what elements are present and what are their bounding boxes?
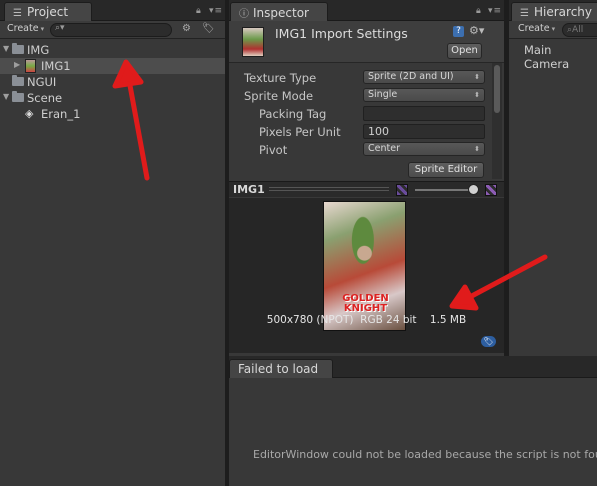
filter-by-label-icon[interactable]: 🏷︎ — [202, 23, 215, 34]
preview-info-text: 500x780 (NPOT) RGB 24 bit 1.5 MB — [266, 314, 467, 326]
updown-arrows-icon: ⬍ — [474, 91, 480, 99]
unity-scene-icon: ◈ — [25, 107, 34, 120]
inspector-panel: ⓘ Inspector 🔒︎ ▾≡ IMG1 Import Settings ? … — [229, 0, 504, 356]
pixels-per-unit-label: Pixels Per Unit — [259, 125, 341, 139]
help-icon[interactable]: ? — [453, 26, 464, 37]
folder-icon — [12, 75, 24, 86]
texture-type-dropdown[interactable]: Sprite (2D and UI) ⬍ — [363, 70, 485, 84]
asset-label-tag-icon[interactable]: 🏷︎ — [481, 336, 496, 347]
tree-item-eran-1[interactable]: ◈ Eran_1 — [0, 106, 225, 122]
tree-item-scene[interactable]: ▼ Scene — [0, 90, 225, 106]
updown-arrows-icon: ⬍ — [474, 145, 480, 153]
sprite-editor-button[interactable]: Sprite Editor — [408, 162, 484, 178]
image-thumbnail-icon — [25, 59, 36, 73]
pivot-label: Pivot — [259, 143, 288, 157]
tab-project-label: Project — [27, 5, 69, 19]
pixels-per-unit-field[interactable]: 100 — [363, 124, 485, 139]
project-create-button[interactable]: Create ▾ — [3, 23, 48, 37]
hierarchy-panel: ☰ Hierarchy Create ▾ ⌕All Main Camera — [509, 0, 597, 356]
panel-menu-icon[interactable]: ▾≡ — [209, 6, 223, 16]
inspector-title: IMG1 Import Settings — [275, 26, 408, 41]
sprite-preview-image: GOLDEN KNIGHT — [323, 201, 406, 331]
hierarchy-create-button[interactable]: Create ▾ — [514, 23, 559, 37]
preview-title: IMG1 — [233, 183, 265, 196]
panel-menu-icon[interactable]: ▾≡ — [488, 6, 502, 16]
list-icon: ☰ — [13, 8, 22, 19]
hierarchy-toolbar: Create ▾ ⌕All — [509, 21, 597, 39]
hierarchy-item-main-camera[interactable]: Main Camera — [509, 42, 597, 71]
packing-tag-label: Packing Tag — [259, 107, 327, 121]
preview-area: GOLDEN KNIGHT 500x780 (NPOT) RGB 24 bit … — [229, 198, 504, 353]
project-panel: ☰ Project 🔒︎ ▾≡ Create ▾ ⌕▾ ⚙ 🏷︎ ▼ IMG ▶ I… — [0, 0, 225, 486]
tree-item-img[interactable]: ▼ IMG — [0, 42, 225, 58]
failed-tabbar: Failed to load — [229, 356, 597, 378]
updown-arrows-icon: ⬍ — [474, 73, 480, 81]
tab-project[interactable]: ☰ Project — [4, 2, 92, 21]
alpha-channel-icon[interactable] — [485, 184, 497, 196]
hierarchy-tabbar: ☰ Hierarchy — [509, 0, 597, 21]
project-toolbar: Create ▾ ⌕▾ ⚙ 🏷︎ — [0, 21, 225, 39]
lock-icon[interactable]: 🔒︎ — [196, 6, 202, 16]
folder-icon — [12, 43, 24, 54]
sprite-mode-label: Sprite Mode — [244, 89, 314, 103]
cover-title-art: GOLDEN KNIGHT — [342, 293, 389, 314]
project-tree: ▼ IMG ▶ IMG1 NGUI ▼ Scene ◈ Eran_1 — [0, 42, 225, 486]
open-button[interactable]: Open — [447, 43, 482, 59]
pivot-dropdown[interactable]: Center ⬍ — [363, 142, 485, 156]
expand-arrow-icon[interactable]: ▼ — [3, 92, 9, 101]
failed-to-load-panel: Failed to load EditorWindow could not be… — [229, 356, 597, 486]
asset-thumbnail — [242, 27, 264, 57]
inspector-header: IMG1 Import Settings ? ⚙▾ Open — [229, 21, 504, 63]
packing-tag-field[interactable] — [363, 106, 485, 121]
filter-by-type-icon[interactable]: ⚙ — [182, 23, 191, 34]
sprite-mode-dropdown[interactable]: Single ⬍ — [363, 88, 485, 102]
tree-item-ngui[interactable]: NGUI — [0, 74, 225, 90]
expand-arrow-icon[interactable]: ▼ — [3, 44, 9, 53]
rgb-channel-icon[interactable] — [396, 184, 408, 196]
tree-item-img1[interactable]: ▶ IMG1 — [0, 58, 225, 74]
chevron-down-icon: ▾ — [40, 25, 45, 33]
expand-arrow-icon[interactable]: ▶ — [14, 60, 20, 69]
inspector-scrollbar[interactable] — [492, 63, 502, 179]
inspector-tabbar: ⓘ Inspector 🔒︎ ▾≡ — [229, 0, 504, 21]
tab-inspector[interactable]: ⓘ Inspector — [230, 2, 328, 21]
preview-header: IMG1 — [229, 181, 504, 197]
project-search-input[interactable]: ⌕▾ — [50, 23, 172, 37]
tab-hierarchy[interactable]: ☰ Hierarchy — [511, 2, 597, 21]
error-message: EditorWindow could not be loaded because… — [253, 448, 597, 461]
hierarchy-search-input[interactable]: ⌕All — [562, 23, 597, 37]
texture-type-label: Texture Type — [244, 71, 317, 85]
chevron-down-icon: ▾ — [551, 25, 556, 33]
preview-drag-handle[interactable] — [269, 187, 389, 191]
info-icon: ⓘ — [239, 9, 249, 20]
search-icon: ⌕▾ — [55, 23, 65, 33]
folder-icon — [12, 91, 24, 102]
tab-failed-to-load[interactable]: Failed to load — [229, 359, 333, 378]
scrollbar-thumb[interactable] — [494, 65, 500, 113]
lock-icon[interactable]: 🔒︎ — [476, 6, 482, 16]
mip-slider-thumb[interactable] — [468, 184, 479, 195]
list-icon: ☰ — [520, 8, 529, 19]
settings-gear-icon[interactable]: ⚙▾ — [469, 24, 484, 37]
project-tabbar: ☰ Project 🔒︎ ▾≡ — [0, 0, 225, 21]
